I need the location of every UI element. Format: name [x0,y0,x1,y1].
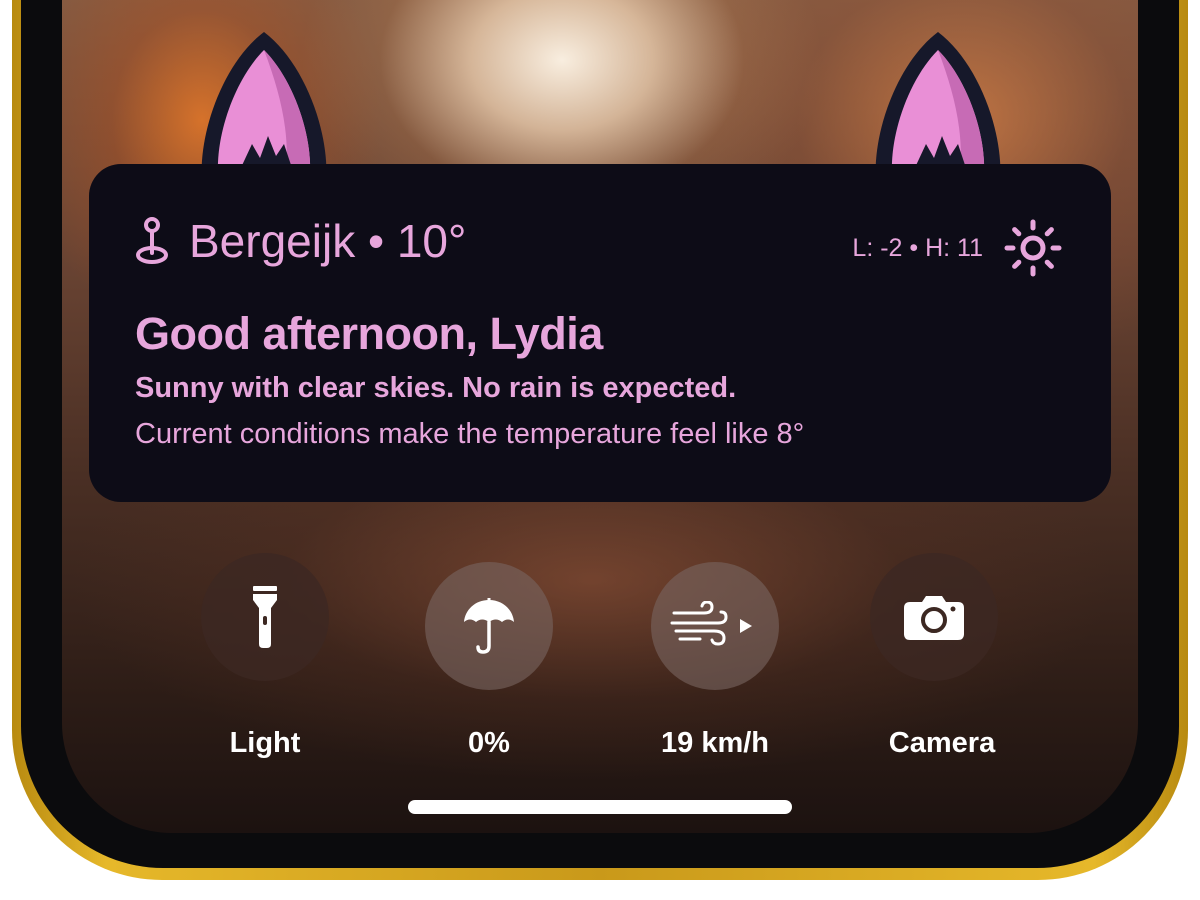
low-high-row: L: -2 • H: 11 [852,216,1065,280]
wind-icon [670,601,752,646]
weather-summary: Sunny with clear skies. No rain is expec… [135,372,737,404]
camera-label: Camera [888,727,996,759]
right-cat-ear-decoration [875,32,1001,182]
camera-button[interactable] [870,553,998,681]
location-temperature: Bergeijk • 10° [189,215,467,267]
low-high-temperature: L: -2 • H: 11 [852,233,983,262]
rain-chance-label: 0% [468,727,510,759]
camera-icon [904,596,964,640]
sun-icon [1004,219,1062,277]
wind-speed-button[interactable] [651,562,779,690]
location-pin-icon [136,217,168,264]
lock-screen: Bergeijk • 10° L: -2 • H: 11 Good aftern… [62,0,1138,833]
flashlight-label: Light [229,727,301,759]
weather-widget[interactable]: Bergeijk • 10° L: -2 • H: 11 Good aftern… [89,164,1111,502]
left-cat-ear-decoration [201,32,327,182]
home-indicator[interactable] [408,800,792,814]
flashlight-button[interactable] [201,553,329,681]
wind-speed-label: 19 km/h [661,727,769,759]
location-row: Bergeijk • 10° [135,214,466,268]
greeting-heading: Good afternoon, Lydia [135,308,603,359]
feels-like-text: Current conditions make the temperature … [135,418,805,450]
umbrella-icon [464,598,514,654]
rain-chance-button[interactable] [425,562,553,690]
flashlight-icon [253,586,277,648]
